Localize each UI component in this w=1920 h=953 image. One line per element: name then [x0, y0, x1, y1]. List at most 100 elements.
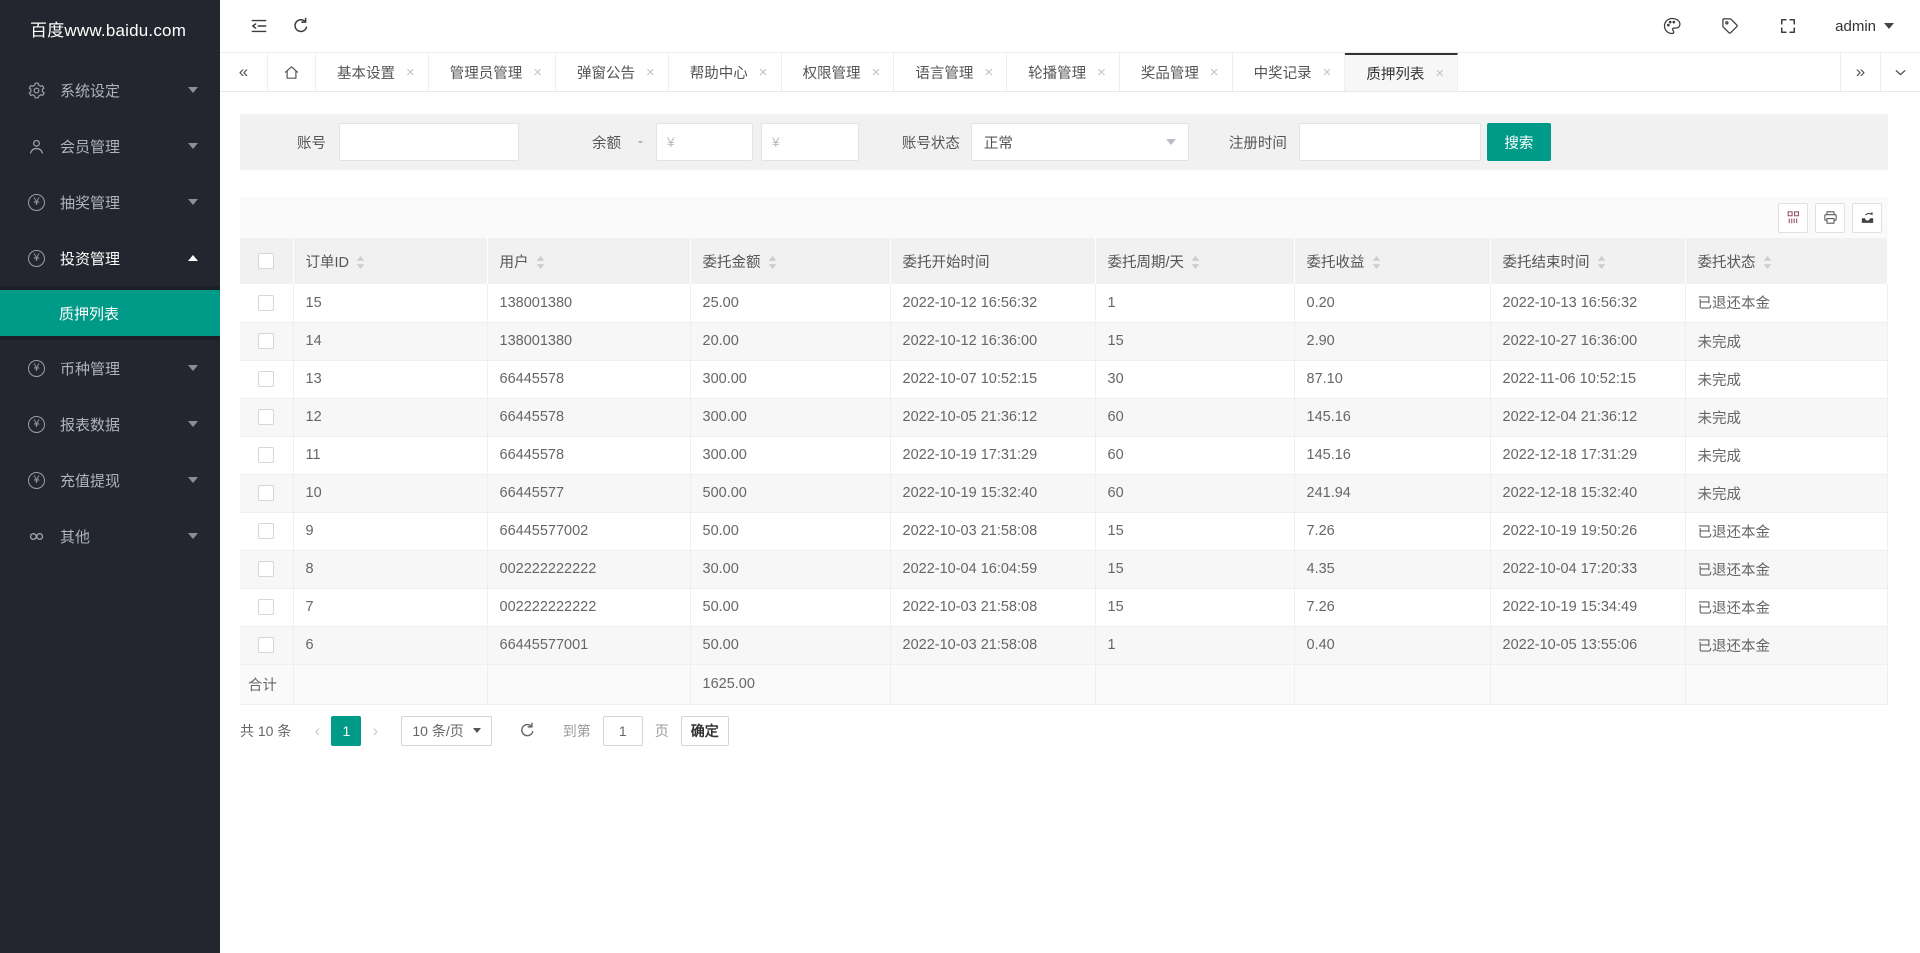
sort-icon[interactable] [1184, 255, 1200, 271]
tabs-scroll-left-icon[interactable]: « [220, 53, 268, 91]
column-header[interactable]: 委托结束时间 [1490, 238, 1686, 284]
row-checkbox[interactable] [258, 599, 275, 616]
user-menu[interactable]: admin [1835, 18, 1894, 35]
sort-icon[interactable] [1756, 255, 1772, 271]
regtime-input[interactable] [1298, 123, 1481, 161]
summary-total-amount: 1625.00 [690, 664, 891, 705]
close-icon[interactable]: × [406, 65, 415, 80]
tab[interactable]: 帮助中心 × [669, 53, 782, 91]
sort-icon[interactable] [529, 255, 545, 271]
export-button[interactable] [1852, 202, 1882, 233]
table-cell: 2022-10-19 15:32:40 [890, 474, 1096, 513]
row-checkbox[interactable] [258, 333, 275, 350]
table-cell: 2022-12-18 17:31:29 [1490, 436, 1686, 475]
page-size-select[interactable]: 10 条/页 [401, 715, 492, 746]
account-input[interactable] [339, 123, 519, 161]
status-select[interactable]: 正常 [970, 123, 1189, 161]
close-icon[interactable]: × [1210, 65, 1219, 80]
username: admin [1835, 17, 1876, 35]
row-checkbox[interactable] [258, 561, 275, 578]
sidebar-item-label: 报表数据 [60, 416, 121, 434]
table-cell: 7.26 [1294, 512, 1491, 551]
home-tab-icon[interactable] [268, 53, 316, 91]
table-cell: 2022-10-03 21:58:08 [890, 588, 1096, 627]
tab[interactable]: 奖品管理 × [1120, 53, 1233, 91]
sidebar-item[interactable]: ¥ 报表数据 [0, 396, 220, 452]
refresh-icon[interactable] [280, 6, 322, 46]
sidebar-subitem[interactable]: 质押列表 [0, 290, 220, 336]
tab[interactable]: 权限管理 × [782, 53, 895, 91]
table-cell: 2022-10-07 10:52:15 [890, 360, 1096, 399]
sort-icon[interactable] [1365, 255, 1381, 271]
column-header[interactable]: 委托状态 [1685, 238, 1888, 284]
select-all-checkbox[interactable] [258, 253, 275, 270]
sidebar-item[interactable]: 其他 [0, 508, 220, 564]
tab[interactable]: 语言管理 × [894, 53, 1008, 91]
prev-page-icon[interactable]: ‹ [303, 716, 331, 746]
close-icon[interactable]: × [1435, 66, 1444, 81]
close-icon[interactable]: × [646, 65, 655, 80]
goto-page-label: 到第 [562, 722, 591, 739]
sidebar-item[interactable]: ¥ 投资管理 [0, 230, 220, 286]
goto-page-input[interactable] [602, 715, 643, 746]
column-header[interactable]: 委托收益 [1294, 238, 1491, 284]
table-cell: 60 [1095, 474, 1295, 513]
row-checkbox[interactable] [258, 294, 275, 311]
close-icon[interactable]: × [533, 65, 542, 80]
sort-icon[interactable] [761, 255, 777, 271]
column-header[interactable]: 用户 [487, 238, 691, 284]
close-icon[interactable]: × [1323, 65, 1332, 80]
goto-confirm-button[interactable]: 确定 [680, 715, 729, 746]
row-checkbox[interactable] [258, 447, 275, 464]
sort-icon[interactable] [1590, 255, 1606, 271]
tab[interactable]: 基本设置 × [316, 53, 429, 91]
search-button[interactable]: 搜索 [1486, 123, 1551, 161]
table-cell: 241.94 [1294, 474, 1491, 513]
table-cell: 66445578 [487, 360, 691, 399]
row-checkbox[interactable] [258, 637, 275, 654]
row-checkbox[interactable] [258, 523, 275, 540]
table-cell: 66445578 [487, 398, 691, 437]
close-icon[interactable]: × [984, 65, 993, 80]
column-header[interactable]: 委托周期/天 [1095, 238, 1295, 284]
columns-filter-button[interactable] [1778, 202, 1808, 233]
close-icon[interactable]: × [1097, 65, 1106, 80]
theme-palette-icon[interactable] [1651, 6, 1693, 46]
table-cell: 30 [1095, 360, 1295, 399]
collapse-menu-icon[interactable] [238, 6, 280, 46]
balance-max-input[interactable] [760, 123, 859, 161]
sidebar-item[interactable]: ¥ 币种管理 [0, 340, 220, 396]
row-checkbox[interactable] [258, 371, 275, 388]
row-checkbox[interactable] [258, 485, 275, 502]
close-icon[interactable]: × [759, 65, 768, 80]
tabs-menu-icon[interactable] [1880, 53, 1920, 91]
close-icon[interactable]: × [872, 65, 881, 80]
current-page-button[interactable]: 1 [331, 715, 362, 746]
tabs-scroll-right-icon[interactable]: » [1840, 53, 1880, 91]
next-page-icon[interactable]: › [361, 716, 389, 746]
pagination-refresh-icon[interactable] [518, 721, 537, 740]
sidebar-item[interactable]: ¥ 充值提现 [0, 452, 220, 508]
row-checkbox[interactable] [258, 409, 275, 426]
tab[interactable]: 中奖记录 × [1233, 53, 1346, 91]
column-header[interactable]: 订单ID [293, 238, 488, 284]
sidebar-item[interactable]: 系统设定 [0, 62, 220, 118]
sidebar-item[interactable]: 会员管理 [0, 118, 220, 174]
tab[interactable]: 弹窗公告 × [556, 53, 669, 91]
column-header[interactable]: 委托金额 [690, 238, 891, 284]
table-cell: 2022-12-18 15:32:40 [1490, 474, 1686, 513]
table-cell: 2022-10-19 19:50:26 [1490, 512, 1686, 551]
sort-icon[interactable] [349, 255, 365, 271]
tab[interactable]: 管理员管理 × [429, 53, 557, 91]
table-cell: 66445577002 [487, 512, 691, 551]
tab[interactable]: 质押列表 × [1345, 53, 1459, 91]
fullscreen-icon[interactable] [1767, 6, 1809, 46]
balance-min-input[interactable] [655, 123, 753, 161]
table-cell: 14 [293, 322, 488, 361]
sidebar-item[interactable]: ¥ 抽奖管理 [0, 174, 220, 230]
tag-icon[interactable] [1709, 6, 1751, 46]
tab[interactable]: 轮播管理 × [1007, 53, 1120, 91]
print-button[interactable] [1815, 202, 1845, 233]
pagination-total: 共 10 条 [240, 722, 292, 739]
table-cell: 已退还本金 [1685, 512, 1888, 551]
